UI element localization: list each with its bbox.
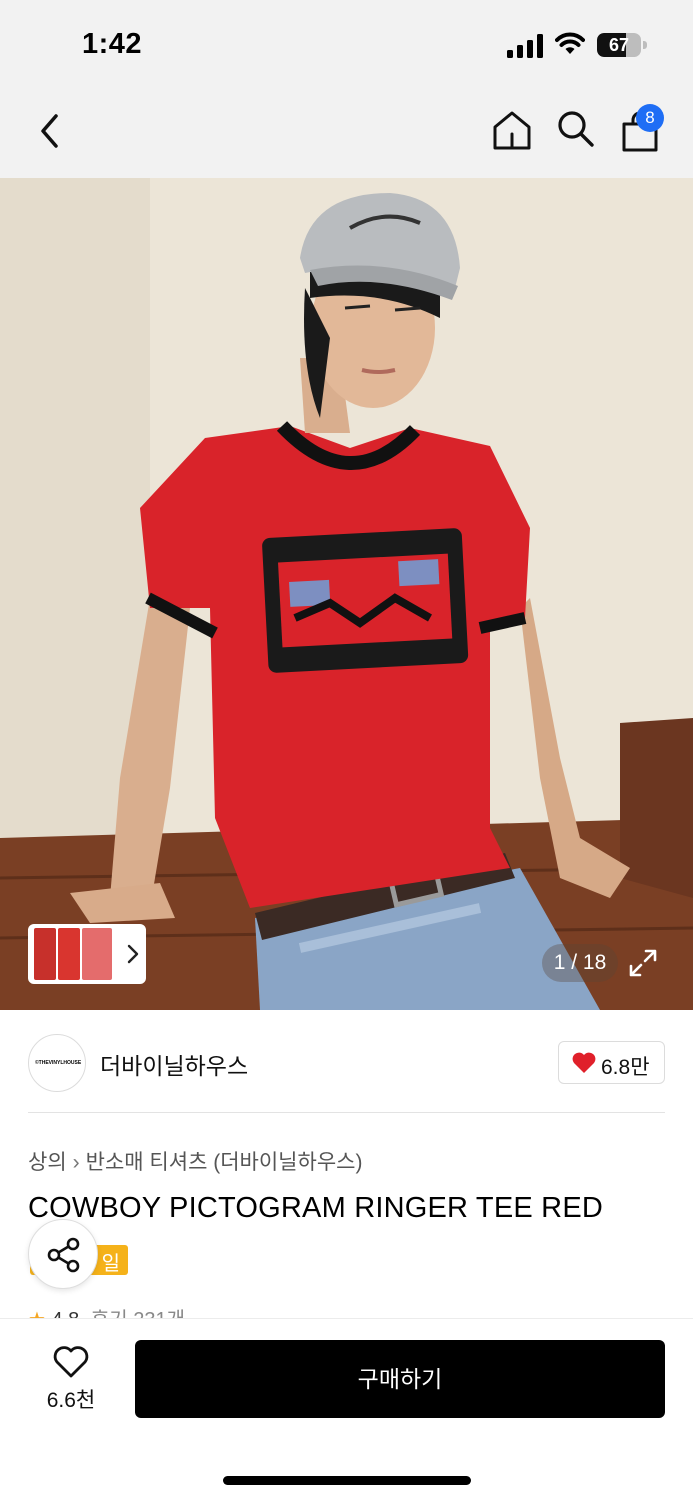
divider	[28, 1112, 665, 1113]
cart-count-badge: 8	[636, 104, 664, 132]
thumbnail-image[interactable]	[34, 928, 56, 980]
search-icon[interactable]	[555, 108, 597, 150]
expand-icon[interactable]	[627, 947, 659, 979]
heart-filled-icon	[572, 1052, 596, 1073]
brand-logo-text: ©THEVINYLHOUSE	[35, 1060, 82, 1066]
cellular-signal-icon	[507, 34, 543, 58]
product-image-gallery[interactable]	[0, 178, 693, 1010]
home-indicator	[223, 1476, 471, 1485]
battery-level: 67	[608, 35, 630, 55]
battery-icon: 67	[597, 33, 647, 57]
brand-logo[interactable]: ©THEVINYLHOUSE	[28, 1034, 86, 1092]
status-time: 1:42	[82, 28, 143, 60]
thumbnail-image[interactable]	[58, 928, 80, 980]
product-photo	[0, 178, 693, 1010]
wishlist-count: 6.6천	[46, 1389, 96, 1412]
product-title: COWBOY PICTOGRAM RINGER TEE RED	[28, 1192, 603, 1224]
wifi-icon	[555, 32, 585, 54]
status-bar: 1:42 67	[0, 0, 693, 90]
share-button[interactable]	[28, 1219, 98, 1289]
breadcrumb-subcategory[interactable]: 반소매 티셔츠 (더바이닐하우스)	[86, 1151, 363, 1174]
gallery-page-counter: 1 / 18	[542, 944, 618, 982]
top-nav-bar	[0, 90, 693, 178]
brand-like-count: 6.8만	[601, 1056, 650, 1079]
thumbnail-image[interactable]	[82, 928, 112, 980]
sale-badge-text: 일	[101, 1253, 120, 1275]
breadcrumb: 상의 › 반소매 티셔츠 (더바이닐하우스)	[28, 1146, 362, 1176]
thumbnail-strip[interactable]	[28, 924, 146, 984]
home-icon[interactable]	[490, 108, 534, 152]
breadcrumb-category[interactable]: 상의	[28, 1151, 67, 1174]
brand-like-button[interactable]: 6.8만	[558, 1041, 665, 1084]
chevron-right-icon[interactable]	[126, 942, 140, 966]
brand-name[interactable]: 더바이닐하우스	[100, 1047, 248, 1081]
chevron-right-icon: ›	[72, 1151, 80, 1174]
share-icon	[47, 1237, 80, 1273]
back-chevron-icon[interactable]	[30, 108, 70, 154]
buy-button[interactable]: 구매하기	[135, 1340, 665, 1418]
heart-outline-icon[interactable]	[52, 1345, 90, 1379]
